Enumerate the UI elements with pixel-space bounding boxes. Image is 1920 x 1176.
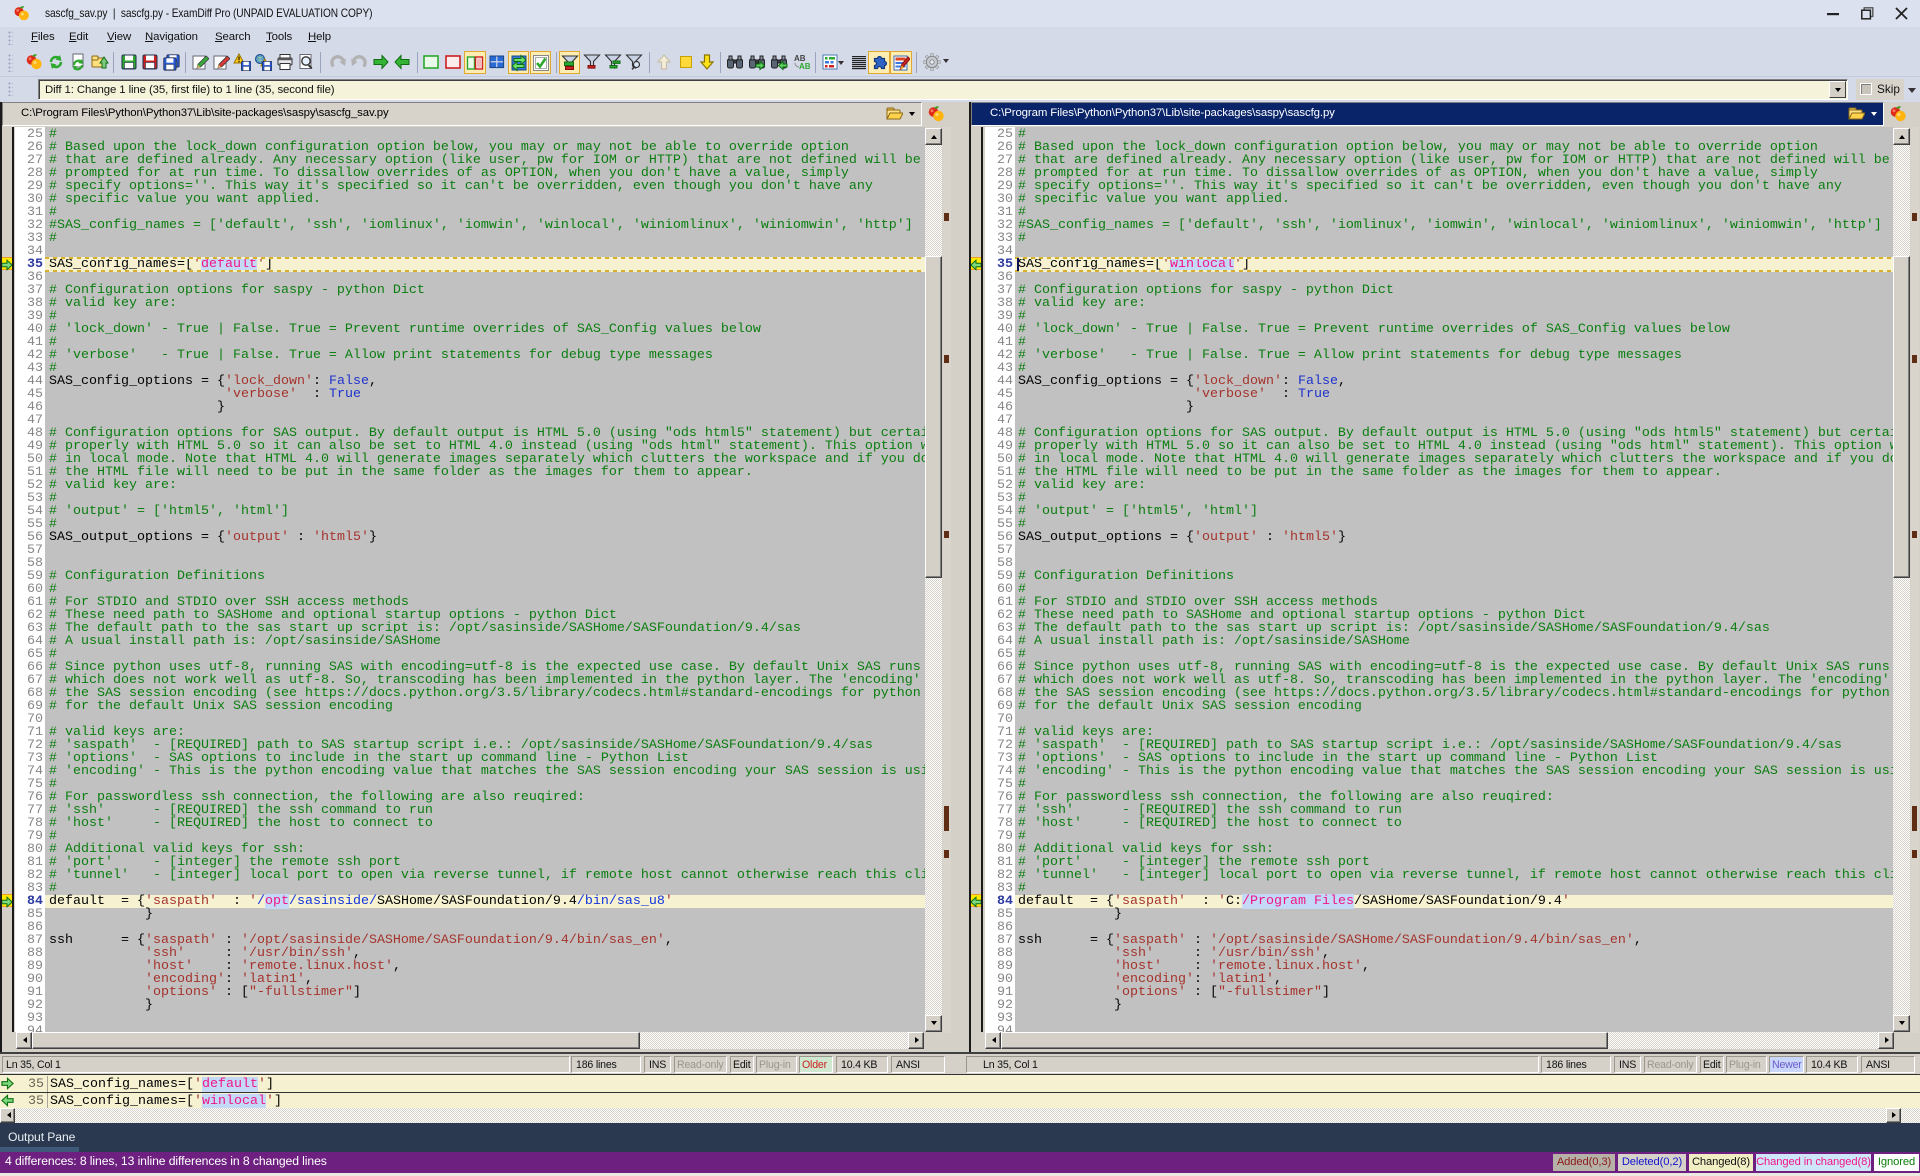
svg-text:AB: AB — [799, 62, 810, 71]
